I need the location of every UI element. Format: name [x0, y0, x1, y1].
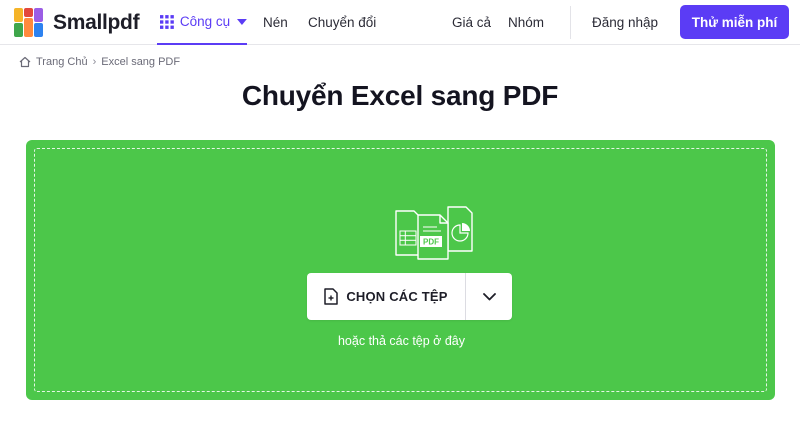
page-title: Chuyển Excel sang PDF [241, 80, 559, 111]
file-dropzone[interactable]: PDF CHỌN CÁC TỆP hoặc thả các tệp ở đây [26, 140, 775, 400]
brand-logo[interactable]: Smallpdf [12, 6, 140, 39]
choose-files-button[interactable]: CHỌN CÁC TỆP [307, 273, 465, 320]
file-plus-icon [324, 288, 339, 305]
chevron-down-icon [482, 292, 496, 300]
nav-team-link[interactable]: Nhóm [508, 0, 544, 45]
login-link[interactable]: Đăng nhập [592, 0, 658, 45]
breadcrumb-current: Excel sang PDF [101, 56, 181, 68]
free-trial-button[interactable]: Thử miễn phí [680, 5, 789, 39]
page: Smallpdf Công cụ Nén Chuyển đổi Giá cả N… [0, 0, 800, 437]
upload-source-dropdown[interactable] [466, 273, 512, 320]
breadcrumb-home[interactable]: Trang Chủ [36, 56, 88, 68]
spreadsheet-file-icon [395, 210, 421, 256]
breadcrumb-separator: › [92, 56, 97, 68]
nav-convert-link[interactable]: Chuyển đổi [308, 0, 376, 45]
choose-files-label: CHỌN CÁC TỆP [346, 289, 448, 304]
grid-icon [160, 14, 174, 29]
pdf-badge-text: PDF [423, 238, 439, 247]
top-nav: Smallpdf Công cụ Nén Chuyển đổi Giá cả N… [0, 0, 800, 45]
smallpdf-logo-icon [12, 6, 45, 39]
home-icon[interactable] [19, 56, 31, 68]
breadcrumb: Trang Chủ › Excel sang PDF [19, 55, 180, 69]
files-illustration-icon: PDF [395, 206, 473, 260]
choose-files-split-button: CHỌN CÁC TỆP [307, 273, 512, 320]
nav-tools-menu[interactable]: Công cụ [157, 0, 247, 45]
nav-divider [570, 6, 571, 39]
nav-tools-label: Công cụ [179, 14, 231, 29]
nav-pricing-link[interactable]: Giá cả [452, 0, 491, 45]
caret-down-icon [237, 18, 247, 25]
drop-hint-text: hoặc thả các tệp ở đây [337, 334, 466, 348]
brand-name: Smallpdf [53, 10, 140, 34]
pdf-file-icon: PDF [417, 214, 449, 260]
chart-file-icon [447, 206, 473, 252]
nav-compress-link[interactable]: Nén [263, 0, 288, 45]
dropzone-dashed-border: PDF CHỌN CÁC TỆP hoặc thả các tệp ở đây [34, 148, 767, 392]
